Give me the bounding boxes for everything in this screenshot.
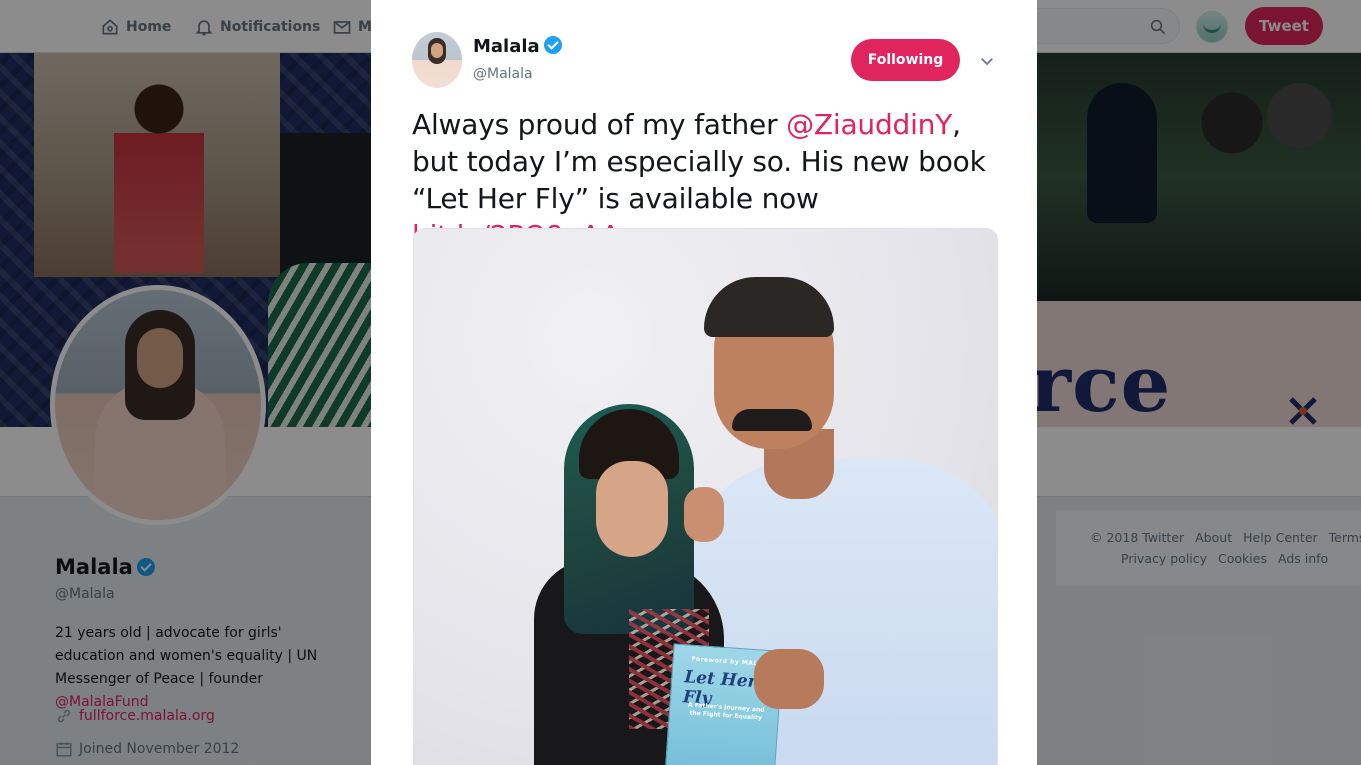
tweet-author-avatar[interactable]	[412, 32, 462, 88]
photo-man-mustache	[732, 409, 812, 431]
tweet-author-handle[interactable]: @Malala	[473, 66, 533, 82]
chevron-down-icon[interactable]	[978, 52, 996, 70]
verified-badge-icon	[543, 36, 562, 54]
photo-girl-hand	[684, 487, 724, 542]
following-button[interactable]: Following	[851, 39, 960, 81]
photo-girl-face	[596, 461, 668, 557]
tweet-author-name-text: Malala	[473, 36, 540, 57]
tweet-modal: Malala @Malala Following Always proud of…	[371, 0, 1037, 765]
tweet-photo[interactable]: Foreword by MALALA Let Her Fly A Father'…	[413, 228, 998, 765]
tweet-avatar-face	[431, 43, 443, 58]
tweet-text-part-1: Always proud of my father	[412, 108, 787, 141]
tweet-author-name[interactable]: Malala	[473, 36, 562, 57]
tweet-mention-link[interactable]: @ZiauddinY	[786, 108, 952, 141]
photo-man-hand	[754, 649, 824, 709]
